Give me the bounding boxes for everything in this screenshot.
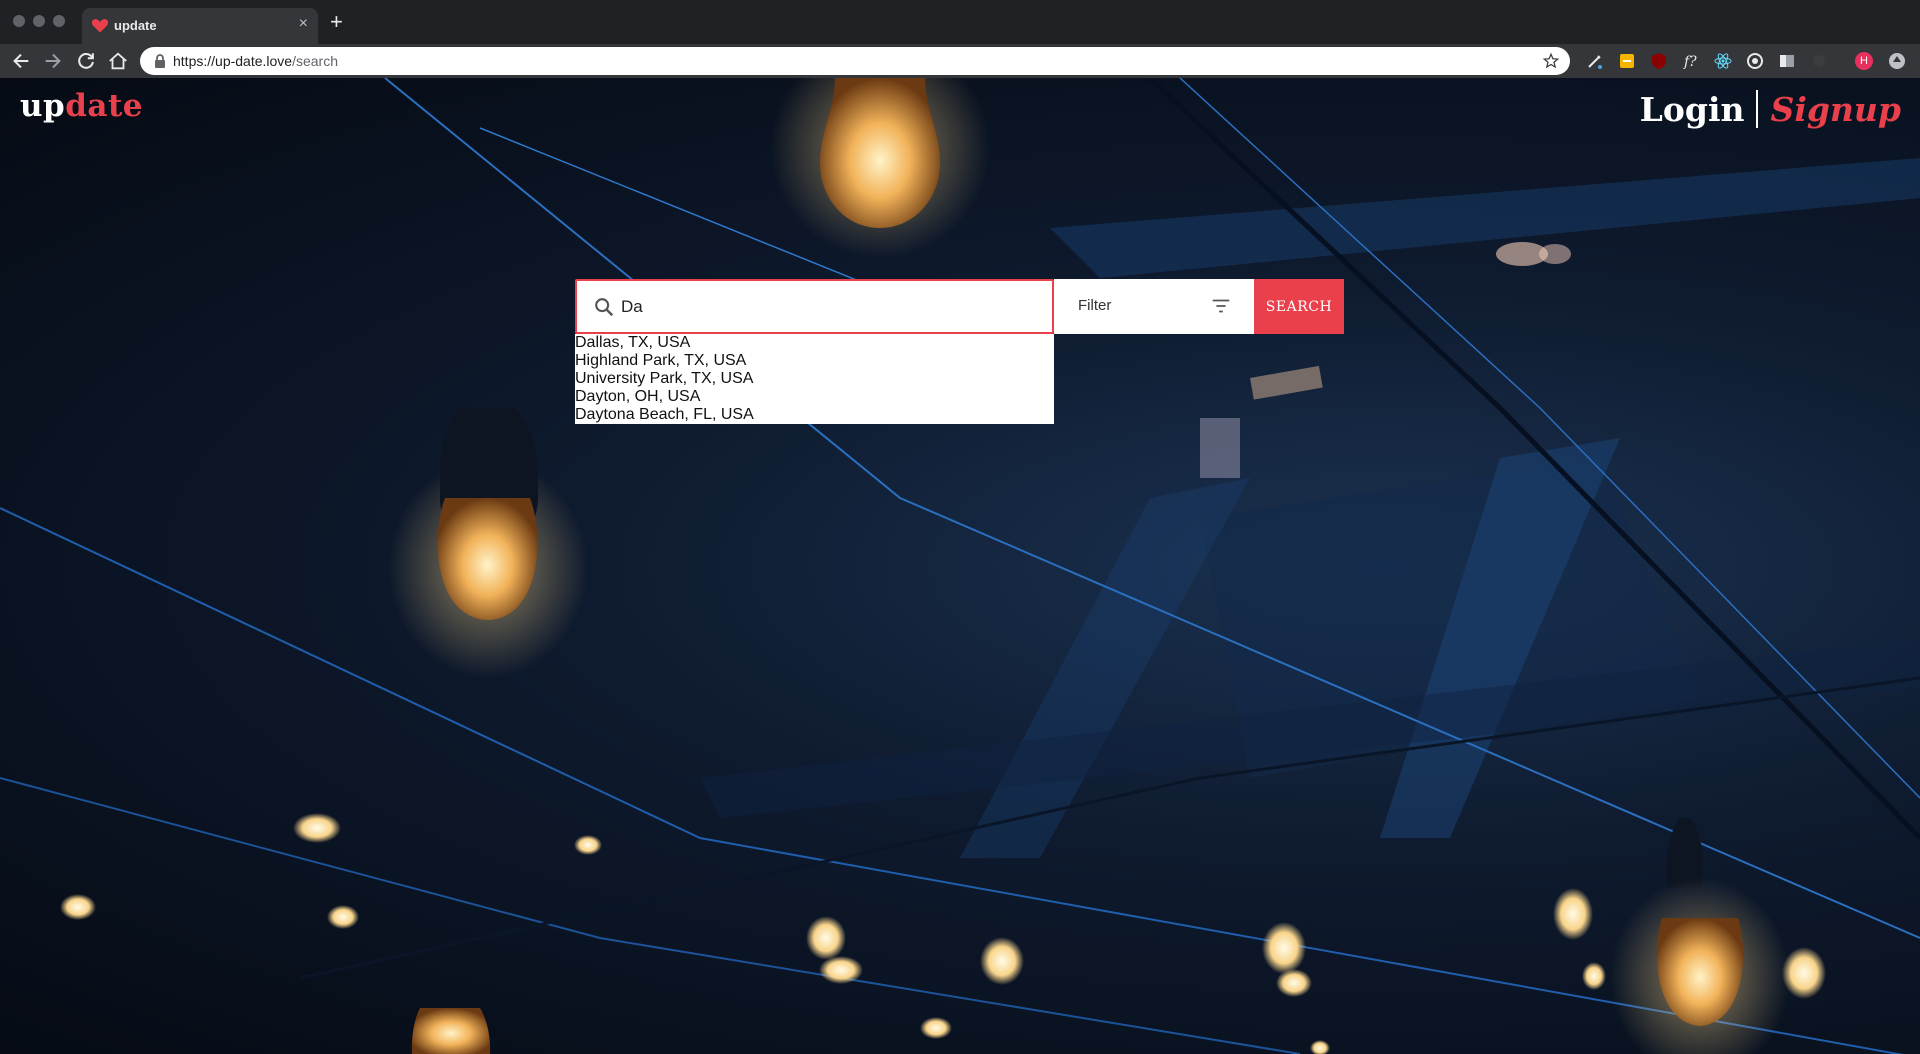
browser-toolbar: https://up-date.love/search f? H [0, 44, 1920, 78]
heart-icon [91, 19, 109, 33]
url-text[interactable]: https://up-date.love/search [173, 53, 338, 69]
forward-icon[interactable] [42, 50, 64, 72]
address-bar[interactable]: https://up-date.love/search [140, 47, 1570, 75]
suggestion-item[interactable]: Highland Park, TX, USA [575, 352, 1054, 370]
logo-part-date: date [65, 88, 144, 124]
lock-icon [155, 54, 165, 68]
site-logo[interactable]: update [20, 88, 143, 124]
location-search-box[interactable] [575, 279, 1054, 334]
auth-links: Login Signup [1640, 88, 1901, 130]
window-close-dot[interactable] [13, 15, 25, 27]
font-extension-icon[interactable]: f? [1681, 51, 1701, 71]
url-host: up-date.love [215, 53, 293, 69]
star-icon[interactable] [1542, 52, 1560, 70]
ublock-extension-icon[interactable] [1649, 51, 1669, 71]
window-extension-icon[interactable] [1777, 51, 1797, 71]
menu-extension-icon[interactable] [1887, 51, 1907, 71]
browser-tab[interactable]: update × [82, 8, 318, 44]
react-devtools-icon[interactable] [1713, 51, 1733, 71]
notes-extension-icon[interactable] [1617, 51, 1637, 71]
new-tab-button[interactable]: + [330, 10, 343, 34]
profile-avatar[interactable]: H [1855, 52, 1873, 70]
suggestion-item[interactable]: Daytona Beach, FL, USA [575, 406, 1054, 424]
page-background: update Login Signup Filter SEARCH Dallas… [0, 78, 1920, 1054]
logo-part-up: up [20, 88, 66, 124]
search-icon [595, 298, 614, 317]
signup-link[interactable]: Signup [1770, 90, 1901, 129]
target-extension-icon[interactable] [1745, 51, 1765, 71]
hidden-extension-icon[interactable] [1809, 51, 1829, 71]
filter-dropdown[interactable]: Filter [1054, 279, 1254, 334]
location-search-input[interactable] [621, 291, 1041, 323]
url-path: /search [292, 53, 339, 69]
suggestion-item[interactable]: University Park, TX, USA [575, 370, 1054, 388]
suggestion-item[interactable]: Dallas, TX, USA [575, 334, 1054, 352]
tab-title: update [114, 18, 157, 33]
svg-text:f?: f? [1683, 54, 1697, 70]
autocomplete-suggestions: Dallas, TX, USA Highland Park, TX, USA U… [575, 334, 1054, 424]
browser-tabbar: update × + [0, 0, 1920, 44]
login-link[interactable]: Login [1640, 90, 1745, 129]
home-icon[interactable] [107, 50, 129, 72]
filter-label: Filter [1078, 297, 1112, 314]
search-button[interactable]: SEARCH [1254, 279, 1344, 334]
url-scheme: https:// [173, 53, 216, 69]
suggestion-item[interactable]: Dayton, OH, USA [575, 388, 1054, 406]
window-zoom-dot[interactable] [53, 15, 65, 27]
close-tab-icon[interactable]: × [299, 15, 308, 33]
auth-divider [1756, 90, 1759, 128]
pen-extension-icon[interactable] [1585, 51, 1605, 71]
filter-icon [1212, 299, 1230, 313]
string-lights-background [0, 78, 1920, 1054]
reload-icon[interactable] [75, 50, 97, 72]
back-icon[interactable] [10, 50, 32, 72]
window-minimize-dot[interactable] [33, 15, 45, 27]
